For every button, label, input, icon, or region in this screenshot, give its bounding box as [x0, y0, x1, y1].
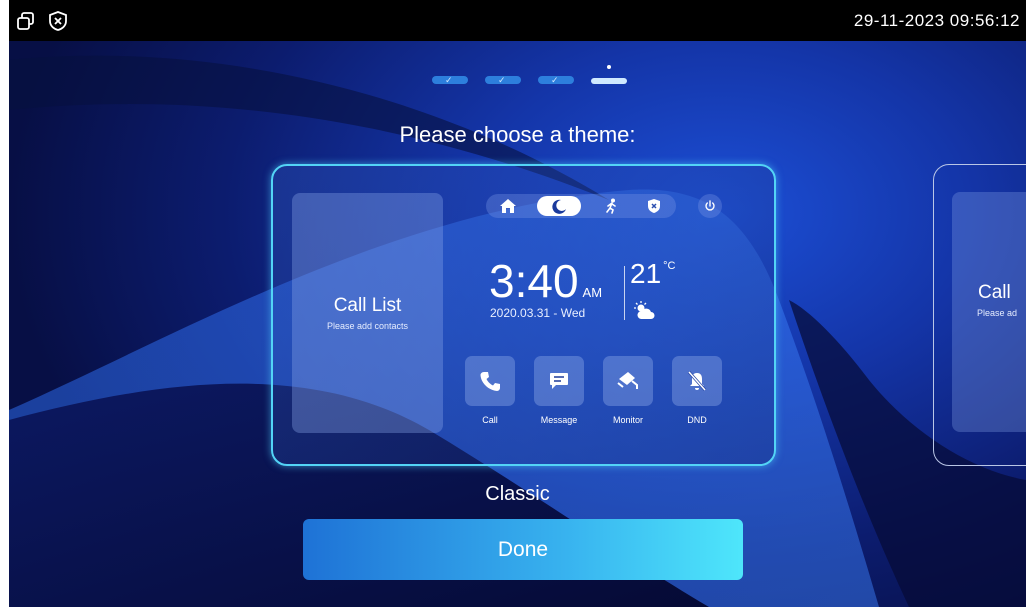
page-title: Please choose a theme: [399, 122, 636, 147]
done-button[interactable]: Done [303, 519, 743, 580]
step-1-complete: ✓ [432, 75, 468, 85]
shield-x-icon[interactable] [47, 10, 69, 32]
camera-icon [617, 372, 638, 389]
window-restore-icon[interactable] [15, 10, 37, 32]
quick-action-dnd: DND [671, 356, 723, 425]
call-list-panel: Call Please ad [952, 192, 1026, 432]
partly-cloudy-icon [634, 301, 655, 319]
screen: 29-11-2023 09:56:12 ✓ ✓ ✓ Please choose … [9, 0, 1026, 607]
current-step-dot [607, 65, 611, 69]
call-list-subtitle: Please add contacts [326, 321, 409, 331]
clock-divider [624, 266, 625, 320]
message-icon [550, 373, 568, 389]
quick-action-call: Call [464, 356, 516, 425]
armed-shield-icon [640, 196, 668, 216]
call-list-title: Call [978, 282, 1011, 303]
away-running-icon [597, 196, 625, 216]
check-icon: ✓ [498, 75, 506, 85]
quick-action-message: Message [533, 356, 585, 425]
quick-action-label: Message [540, 415, 578, 425]
check-icon: ✓ [551, 75, 559, 85]
temperature-value: 21 [630, 258, 662, 289]
wizard-progress: ✓ ✓ ✓ [432, 65, 627, 85]
step-2-complete: ✓ [485, 75, 521, 85]
quick-action-monitor: Monitor [602, 356, 654, 425]
temperature-unit: °C [663, 260, 676, 272]
theme-card-next[interactable]: Call Please ad [933, 164, 1026, 466]
night-moon-icon [537, 196, 582, 216]
mode-bar [486, 194, 676, 218]
check-icon: ✓ [445, 75, 453, 85]
theme-card-classic[interactable]: Call List Please add contacts 3:40 AM 202… [271, 164, 776, 466]
phone-icon [480, 372, 500, 391]
call-list-panel: Call List Please add contacts [292, 193, 443, 433]
theme-name: Classic [485, 483, 550, 505]
power-icon [698, 194, 722, 218]
clock-ampm: AM [582, 285, 603, 300]
clock: 3:40 AM 2020.03.31 - Wed [489, 255, 603, 320]
temperature: 21 °C [630, 258, 676, 290]
quick-action-label: Monitor [612, 415, 643, 425]
clock-time: 3:40 [489, 255, 579, 307]
quick-action-label: DND [687, 415, 707, 425]
call-list-subtitle: Please ad [977, 308, 1018, 318]
clock-date: 2020.03.31 - Wed [490, 306, 586, 320]
call-list-title: Call List [333, 295, 402, 316]
step-4-current [591, 65, 627, 84]
quick-action-label: Call [482, 415, 498, 425]
step-3-complete: ✓ [538, 75, 574, 85]
home-icon [494, 196, 522, 216]
bell-off-icon [687, 371, 707, 391]
status-bar: 29-11-2023 09:56:12 [9, 0, 1026, 41]
status-datetime: 29-11-2023 09:56:12 [853, 10, 1020, 30]
